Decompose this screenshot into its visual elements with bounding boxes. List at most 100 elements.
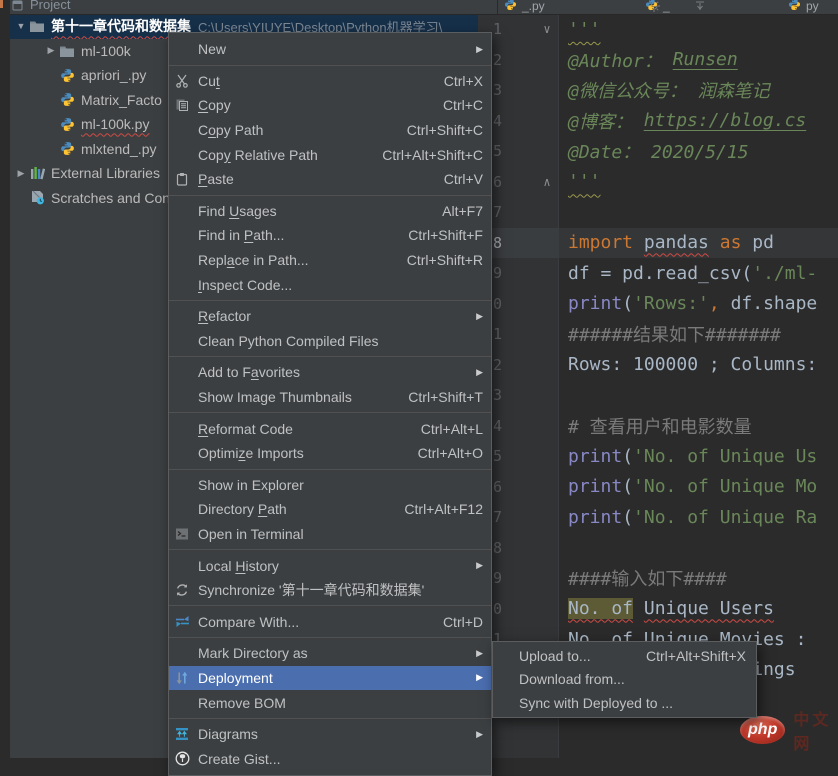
menu-item-label: Cut [198, 72, 220, 89]
menu-item-clean-python-compiled-files[interactable]: Clean Python Compiled Files [169, 329, 491, 354]
code-line[interactable] [559, 197, 838, 228]
menu-item-sync-with-deployed-to[interactable]: Sync with Deployed to ... [493, 691, 756, 715]
menu-item-show-image-thumbnails[interactable]: Show Image Thumbnails Ctrl+Shift+T [169, 385, 491, 410]
menu-item-label: Show in Explorer [198, 476, 304, 493]
menu-item-directory-path[interactable]: Directory Path Ctrl+Alt+F12 [169, 497, 491, 522]
menu-item-synchronize[interactable]: Synchronize '第十一章代码和数据集' [169, 578, 491, 603]
scratches-icon [28, 190, 46, 206]
code-line[interactable]: print('Rows:', df.shape [559, 289, 838, 320]
fold-marker-icon[interactable]: ∨ [540, 14, 554, 45]
code-token: 'No. of Unique Ra [633, 506, 818, 528]
code-line[interactable]: ''' [559, 167, 838, 198]
menu-item-shortcut: Ctrl+Shift+T [408, 389, 483, 406]
menu-item-label: New [198, 41, 227, 58]
menu-item-paste[interactable]: Paste Ctrl+V [169, 167, 491, 192]
code-token: pd [741, 232, 774, 254]
menu-item-shortcut: Ctrl+C [442, 97, 483, 114]
fold-marker-icon[interactable]: ∧ [540, 167, 554, 198]
editor-tab[interactable]: py [788, 0, 819, 14]
submenu-arrow-icon: ▶ [476, 43, 483, 54]
code-line[interactable]: import pandas as pd [559, 228, 838, 259]
menu-item-shortcut: Ctrl+Alt+O [417, 445, 483, 462]
code-line[interactable]: ####输入如下#### [559, 563, 838, 594]
code-token: Rows: 100000 ; Columns: [568, 354, 818, 376]
python-icon [58, 92, 76, 108]
code-token: pandas [643, 232, 709, 254]
code-line[interactable]: print('No. of Unique Mo [559, 472, 838, 503]
python-icon [58, 67, 76, 83]
menu-item-refactor[interactable]: Refactor ▶ [169, 304, 491, 329]
menu-item-open-in-terminal[interactable]: Open in Terminal [169, 522, 491, 547]
editor-tab[interactable]: _.py [504, 0, 545, 14]
code-line[interactable]: @微信公众号： 润森笔记 [559, 75, 838, 106]
menu-item-show-in-explorer[interactable]: Show in Explorer [169, 473, 491, 498]
menu-item-diagrams[interactable]: Diagrams ▶ [169, 722, 491, 747]
code-line[interactable]: @Author： Runsen [559, 45, 838, 76]
menu-item-label: Show Image Thumbnails [198, 389, 352, 406]
code-token: @博客： [568, 111, 644, 133]
code-line[interactable]: @Date： 2020/5/15 [559, 136, 838, 167]
collapse-arrow-icon[interactable]: ▼ [14, 21, 28, 31]
tool-window-bar [0, 0, 10, 758]
code-token: print [568, 445, 623, 467]
menu-item-shortcut: Ctrl+Shift+C [406, 122, 483, 139]
menu-item-find-in-path[interactable]: Find in Path... Ctrl+Shift+F [169, 223, 491, 248]
menu-item-upload-to[interactable]: Upload to... Ctrl+Alt+Shift+X [493, 644, 756, 668]
code-token: # 查看用户和电影数量 [568, 416, 752, 438]
hide-panel-icon[interactable] [694, 0, 706, 14]
menu-item-cut[interactable]: Cut Ctrl+X [169, 69, 491, 94]
code-line[interactable]: Rows: 100000 ; Columns: [559, 350, 838, 381]
code-line[interactable] [559, 380, 838, 411]
menu-item-copy-path[interactable]: Copy Path Ctrl+Shift+C [169, 118, 491, 143]
code-token: Runsen [672, 49, 738, 71]
code-line[interactable] [559, 533, 838, 564]
menu-separator [169, 412, 491, 414]
terminal-icon [175, 526, 198, 542]
menu-item-label: Copy Relative Path [198, 146, 318, 163]
code-line[interactable]: df = pd.read_csv('./ml- [559, 258, 838, 289]
menu-item-optimize-imports[interactable]: Optimize Imports Ctrl+Alt+O [169, 441, 491, 466]
editor-tab[interactable]: _ [645, 0, 670, 14]
menu-item-download-from[interactable]: Download from... [493, 668, 756, 692]
menu-item-add-to-favorites[interactable]: Add to Favorites ▶ [169, 360, 491, 385]
menu-item-label: Find in Path... [198, 227, 285, 244]
code-line[interactable]: print('No. of Unique Us [559, 441, 838, 472]
editor-tab-label: py [806, 0, 819, 13]
python-icon [788, 0, 801, 14]
expand-arrow-icon[interactable]: ▶ [14, 168, 28, 179]
code-token: ( [622, 445, 634, 467]
submenu-arrow-icon: ▶ [476, 647, 483, 658]
menu-item-label: Upload to... [519, 647, 591, 664]
submenu-arrow-icon: ▶ [476, 366, 483, 377]
code-line[interactable]: # 查看用户和电影数量 [559, 411, 838, 442]
tree-item-label: ml-100k [81, 42, 131, 59]
code-line[interactable]: ''' [559, 14, 838, 45]
menu-item-find-usages[interactable]: Find Usages Alt+F7 [169, 199, 491, 224]
menu-item-inspect-code[interactable]: Inspect Code... [169, 272, 491, 297]
menu-item-deployment[interactable]: Deployment ▶ [169, 665, 491, 691]
menu-item-label: Copy Path [198, 122, 264, 139]
code-token: Unique Users [643, 598, 774, 620]
code-line[interactable]: @博客： https://blog.cs [559, 106, 838, 137]
menu-item-new[interactable]: New ▶ [169, 37, 491, 62]
menu-item-local-history[interactable]: Local History ▶ [169, 553, 491, 578]
code-token: print [568, 293, 623, 315]
code-token: ''' [568, 18, 601, 40]
menu-item-create-gist[interactable]: Create Gist... [169, 746, 491, 771]
menu-item-mark-directory-as[interactable]: Mark Directory as ▶ [169, 641, 491, 666]
menu-item-remove-bom[interactable]: Remove BOM [169, 690, 491, 715]
code-line[interactable]: ######结果如下####### [559, 319, 838, 350]
gist-icon [175, 751, 198, 767]
menu-item-label: Local History [198, 557, 279, 574]
menu-item-compare-with[interactable]: Compare With... Ctrl+D [169, 609, 491, 634]
menu-item-copy[interactable]: Copy Ctrl+C [169, 93, 491, 118]
menu-item-copy-relative-path[interactable]: Copy Relative Path Ctrl+Alt+Shift+C [169, 142, 491, 167]
code-line[interactable]: No. of Unique Users [559, 594, 838, 625]
menu-item-reformat-code[interactable]: Reformat Code Ctrl+Alt+L [169, 416, 491, 441]
menu-item-replace-in-path[interactable]: Replace in Path... Ctrl+Shift+R [169, 248, 491, 273]
code-token: df = pd.read_csv( [568, 262, 753, 284]
code-token: , [708, 293, 720, 315]
code-line[interactable]: print('No. of Unique Ra [559, 502, 838, 533]
expand-arrow-icon[interactable]: ▶ [44, 45, 58, 56]
editor-tab-label: _.py [522, 0, 545, 13]
